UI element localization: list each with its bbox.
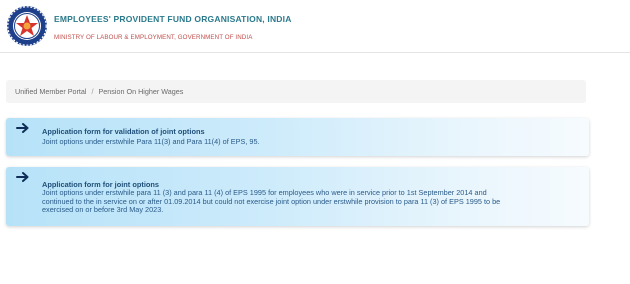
breadcrumb-separator: / xyxy=(91,87,94,96)
arrow-right-icon xyxy=(16,172,29,182)
org-title: EMPLOYEES' PROVIDENT FUND ORGANISATION, … xyxy=(54,14,292,24)
breadcrumb-item-pension: Pension On Higher Wages xyxy=(98,87,184,96)
site-header: EMPLOYEES' PROVIDENT FUND ORGANISATION, … xyxy=(0,0,630,53)
ministry-subtitle: MINISTRY OF LABOUR & EMPLOYMENT, GOVERNM… xyxy=(54,34,253,41)
joint-options-card[interactable]: Application form for joint options Joint… xyxy=(6,167,589,226)
card-description: Joint options under erstwhile Para 11(3)… xyxy=(42,137,260,146)
card-title[interactable]: Application form for validation of joint… xyxy=(42,127,205,136)
breadcrumb-item-portal[interactable]: Unified Member Portal xyxy=(15,87,87,96)
validation-joint-options-card[interactable]: Application form for validation of joint… xyxy=(6,118,589,156)
card-description: Joint options under erstwhile para 11 (3… xyxy=(42,188,501,215)
arrow-right-icon xyxy=(16,123,29,133)
breadcrumb: Unified Member Portal / Pension On Highe… xyxy=(6,80,586,103)
epfo-emblem-icon[interactable] xyxy=(6,5,48,47)
